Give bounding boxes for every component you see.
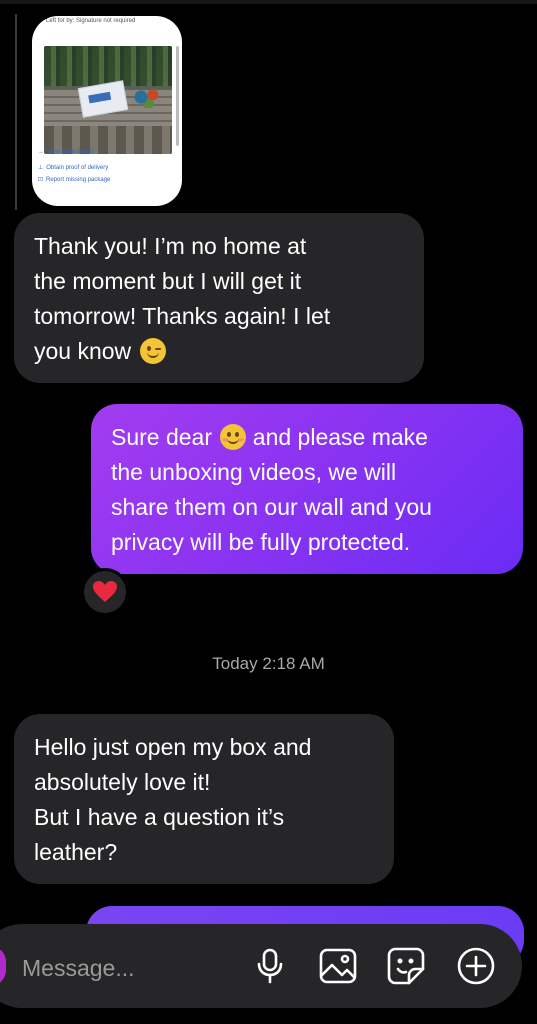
message-text-line: But I have a question it’s xyxy=(34,804,285,830)
message-input[interactable] xyxy=(20,950,244,986)
message-text: Sure dear xyxy=(111,424,213,450)
incoming-message-bubble[interactable]: Thank you! I’m no home at the moment but… xyxy=(14,213,424,383)
message-text-line-with-emoji: Sure dear and please make xyxy=(111,420,503,455)
winking-face-emoji xyxy=(139,338,166,364)
message-text-line: the moment but I will get it xyxy=(34,268,302,294)
message-text-line: Thank you! I’m no home at xyxy=(34,233,307,259)
top-divider xyxy=(0,0,537,4)
proof-icon: ⊥ xyxy=(38,165,44,171)
message-text-line: tomorrow! Thanks again! I let xyxy=(34,303,331,329)
heart-reaction[interactable] xyxy=(81,568,129,616)
message-text-line: Hello just open my box and xyxy=(34,734,312,760)
link-label: Obtain proof of delivery xyxy=(46,165,109,171)
incoming-message-bubble[interactable]: Hello just open my box and absolutely lo… xyxy=(14,714,394,884)
delivery-photo: + xyxy=(44,46,172,154)
message-text-line: privacy will be fully protected. xyxy=(111,529,411,555)
message-text-line: share them on our wall and you xyxy=(111,494,432,520)
message-text-line: leather? xyxy=(34,839,118,865)
report-icon: ⊡ xyxy=(38,177,44,183)
view-more-details-link: → View more details xyxy=(38,149,94,155)
reply-thread-bar xyxy=(15,14,17,210)
microphone-icon[interactable] xyxy=(250,946,290,986)
proof-of-delivery-link: ⊥ Obtain proof of delivery xyxy=(38,164,108,171)
arrow-right-icon: → xyxy=(38,149,44,155)
add-icon[interactable] xyxy=(456,946,496,986)
card-scrollbar xyxy=(176,46,179,146)
conversation-timestamp: Today 2:18 AM xyxy=(212,654,325,673)
delivery-caption: Left for by: Signature not required xyxy=(46,18,136,24)
link-label: Report missing package xyxy=(46,177,111,183)
message-text: and please make xyxy=(246,424,428,450)
gallery-icon[interactable] xyxy=(318,946,358,986)
message-text: you know xyxy=(34,338,132,364)
flower-pots-shape xyxy=(132,86,162,108)
message-text-line: absolutely love it! xyxy=(34,769,211,795)
report-missing-link: ⊡ Report missing package xyxy=(38,176,110,183)
outgoing-message-bubble[interactable]: Sure dear and please make the unboxing v… xyxy=(91,404,523,574)
bottom-edge xyxy=(0,1010,537,1024)
message-text-line-with-emoji: you know xyxy=(34,334,404,369)
red-heart-icon xyxy=(93,581,117,602)
link-label: View more details xyxy=(47,149,95,155)
message-text-line: the unboxing videos, we will xyxy=(111,459,397,485)
shared-delivery-screenshot[interactable]: Left for by: Signature not required + →V… xyxy=(32,16,182,206)
plants-shape xyxy=(44,46,172,86)
sticker-icon[interactable] xyxy=(386,946,426,986)
smiling-face-emoji xyxy=(220,424,247,450)
